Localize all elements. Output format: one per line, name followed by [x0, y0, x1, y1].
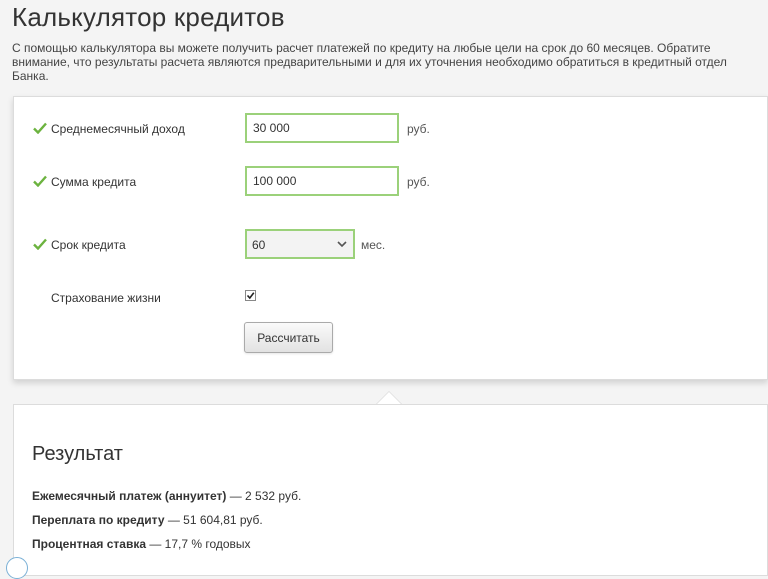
result-payment: Ежемесячный платеж (аннуитет) — 2 532 ру… [32, 489, 301, 503]
help-bubble-icon[interactable] [6, 557, 28, 579]
chevron-down-icon [337, 241, 347, 248]
result-overpay-value: — 51 604,81 руб. [164, 513, 263, 527]
amount-unit: руб. [407, 175, 430, 189]
amount-row: Сумма кредита руб. [14, 166, 767, 200]
check-icon [33, 122, 47, 134]
result-payment-value: — 2 532 руб. [226, 489, 302, 503]
calculate-button[interactable]: Рассчитать [244, 322, 333, 353]
amount-label: Сумма кредита [51, 175, 137, 189]
income-label: Среднемесячный доход [51, 122, 185, 136]
term-row: Срок кредита 60 мес. [14, 229, 767, 263]
insurance-row: Страхование жизни [14, 282, 767, 316]
result-rate: Процентная ставка — 17,7 % годовых [32, 537, 251, 551]
result-overpay-label: Переплата по кредиту [32, 513, 165, 527]
page-title: Калькулятор кредитов [12, 2, 285, 32]
term-select-value: 60 [252, 238, 266, 252]
insurance-checkbox[interactable] [245, 290, 256, 301]
check-icon [33, 238, 47, 250]
income-row: Среднемесячный доход руб. [14, 113, 767, 147]
insurance-label: Страхование жизни [51, 291, 161, 305]
result-payment-label: Ежемесячный платеж (аннуитет) [32, 489, 227, 503]
checkmark-icon [246, 292, 255, 300]
result-title: Результат [32, 443, 123, 465]
income-unit: руб. [407, 122, 430, 136]
result-rate-label: Процентная ставка [32, 537, 146, 551]
amount-input[interactable] [245, 166, 399, 196]
page-intro: С помощью калькулятора вы можете получит… [12, 41, 727, 83]
result-overpay: Переплата по кредиту — 51 604,81 руб. [32, 513, 263, 527]
calculator-form: Среднемесячный доход руб. Сумма кредита … [13, 96, 768, 380]
term-unit: мес. [361, 238, 386, 252]
term-label: Срок кредита [51, 238, 126, 252]
result-rate-value: — 17,7 % годовых [146, 537, 251, 551]
result-panel: Результат Ежемесячный платеж (аннуитет) … [13, 404, 768, 576]
income-input[interactable] [245, 113, 399, 143]
check-icon [33, 175, 47, 187]
term-select[interactable]: 60 [245, 229, 355, 259]
